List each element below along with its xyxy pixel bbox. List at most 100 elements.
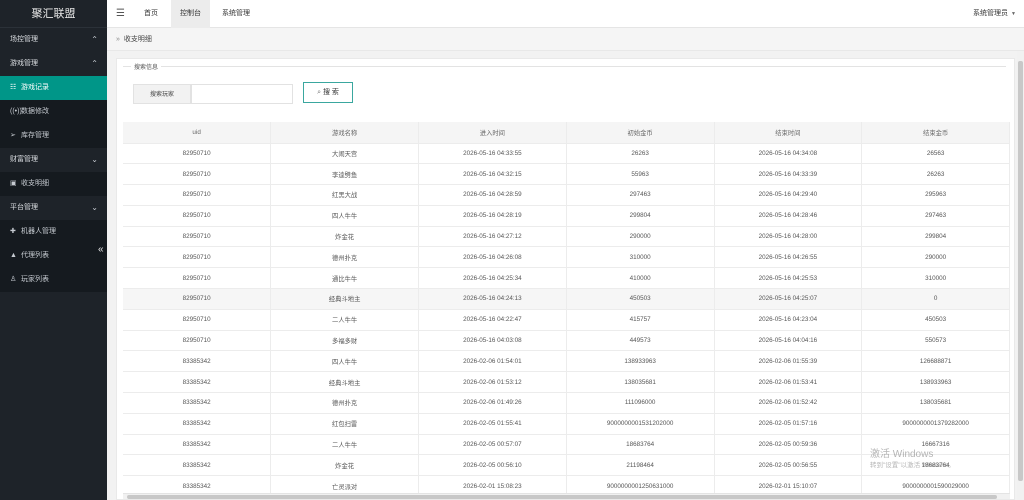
table-cell: 2026-02-06 01:54:01 — [418, 350, 567, 373]
sidebar-group-7[interactable]: 平台管理 ⌄ — [0, 196, 107, 220]
sidebar-item-9[interactable]: ▲ 代理列表 — [0, 244, 107, 268]
horizontal-scrollbar-thumb[interactable] — [127, 495, 997, 499]
table-cell: 李逵劈鱼 — [270, 163, 419, 186]
table-body: 82950710 大闹天宫 2026-05-16 04:33:55 26263 2026… — [123, 143, 1010, 493]
vertical-scrollbar-thumb[interactable] — [1018, 61, 1023, 481]
table-cell: 550573 — [861, 330, 1010, 352]
table-row[interactable]: 82950710 二人牛牛 2026-05-16 04:22:47 415757 202… — [123, 309, 1010, 331]
table-cell: 138035681 — [861, 392, 1010, 414]
table-row[interactable]: 82950710 多福多财 2026-05-16 04:03:08 449573 202… — [123, 330, 1010, 352]
user-search-icon: ♙ — [10, 276, 17, 283]
table-cell: 55963 — [566, 163, 715, 186]
table-cell: 德州扑克 — [270, 392, 419, 414]
caret-down-icon: ▼ — [1011, 11, 1016, 17]
table-cell: 红黑大战 — [270, 184, 419, 206]
table-row[interactable]: 83385342 德州扑克 2026-02-06 01:49:26 111096000… — [123, 392, 1010, 414]
table-cell: 四人牛牛 — [270, 350, 419, 373]
column-header[interactable]: 结束时间 — [714, 122, 863, 144]
table-cell: 2026-02-05 00:56:55 — [714, 454, 863, 477]
table-cell: 299804 — [566, 205, 715, 227]
table-cell: 2026-02-05 00:57:07 — [418, 434, 567, 456]
table-cell: 138933963 — [861, 371, 1010, 394]
table-row[interactable]: 82950710 红黑大战 2026-05-16 04:28:59 297463 202… — [123, 184, 1010, 206]
table-cell: 2026-05-16 04:25:53 — [714, 267, 863, 290]
sidebar-item-label: 代理列表 — [21, 252, 49, 259]
table-cell: 2026-05-16 04:25:34 — [418, 267, 567, 290]
search-icon: ⌕ — [317, 89, 321, 96]
search-player-input[interactable] — [191, 84, 293, 104]
table-cell: 2026-02-05 01:57:16 — [714, 413, 863, 435]
sidebar-group-1[interactable]: 游戏管理 ⌃ — [0, 52, 107, 76]
sidebar-group-5[interactable]: 财富管理 ⌄ — [0, 148, 107, 172]
sidebar-item-4[interactable]: ➢ 库存管理 — [0, 124, 107, 148]
table-row[interactable]: 83385342 红包扫雷 2026-02-05 01:55:41 900000000… — [123, 413, 1010, 435]
table-cell: 2026-02-05 01:55:41 — [418, 413, 567, 435]
table-cell: 2026-05-16 04:28:19 — [418, 205, 567, 227]
sidebar-group-0[interactable]: 场控管理 ⌃ — [0, 28, 107, 52]
table-cell: 2026-02-01 15:10:07 — [714, 475, 863, 493]
table-cell: 111096000 — [566, 392, 715, 414]
table-cell: 138035681 — [566, 371, 715, 394]
sidebar-item-3[interactable]: ((•))数据修改 — [0, 100, 107, 124]
horizontal-scrollbar[interactable] — [123, 493, 1010, 499]
table-cell: 82950710 — [123, 267, 272, 290]
table-cell: 18683764 — [566, 434, 715, 456]
table-row[interactable]: 82950710 四人牛牛 2026-05-16 04:28:19 299804 202… — [123, 205, 1010, 227]
table-cell: 2026-02-06 01:49:26 — [418, 392, 567, 414]
table-cell: 炸金花 — [270, 226, 419, 248]
table-row[interactable]: 82950710 德州扑克 2026-05-16 04:26:08 310000 202… — [123, 246, 1010, 269]
search-button[interactable]: ⌕ 搜 索 — [303, 82, 353, 103]
column-header[interactable]: 游戏名称 — [270, 122, 419, 144]
sidebar-item-8[interactable]: ✚ 机器人管理 — [0, 220, 107, 244]
column-header[interactable]: uid — [123, 122, 272, 144]
table-row[interactable]: 83385342 经典斗地主 2026-02-06 01:53:12 13803568… — [123, 371, 1010, 394]
tab-console[interactable]: 控制台 — [171, 0, 210, 28]
table-cell: 82950710 — [123, 288, 272, 310]
sidebar-nav: 场控管理 ⌃ 游戏管理 ⌃ ☷ 游戏记录 ((•))数据修改 ➢ 库存管理 财富管理 ⌄ ▣ 收支明细平… — [0, 28, 107, 292]
records-table-container[interactable]: uid 游戏名称 进入时间 初始金币 结束时间 结束金币 82950710 大闹天宫 2026… — [123, 122, 1010, 493]
table-cell: 2026-05-16 04:33:55 — [418, 143, 567, 165]
column-header[interactable]: 进入时间 — [418, 122, 567, 144]
table-row[interactable]: 82950710 通比牛牛 2026-05-16 04:25:34 410000 202… — [123, 267, 1010, 290]
table-row[interactable]: 83385342 亡灵派对 2026-02-01 15:08:23 900000000… — [123, 475, 1010, 493]
records-card: 搜索信息 搜索玩家 ⌕ 搜 索 uid 游戏名称 进入时间 初始金币 结束时间 结束金币 8… — [116, 58, 1015, 500]
table-cell: 26563 — [861, 143, 1010, 165]
tab-home[interactable]: 首页 — [135, 0, 167, 28]
table-row[interactable]: 82950710 大闹天宫 2026-05-16 04:33:55 26263 2026… — [123, 143, 1010, 165]
table-cell: 83385342 — [123, 413, 272, 435]
table-row[interactable]: 83385342 四人牛牛 2026-02-06 01:54:01 138933963… — [123, 350, 1010, 373]
menu-toggle-icon[interactable]: ☰ — [116, 0, 125, 28]
user-menu[interactable]: 系统管理员 ▼ — [973, 0, 1016, 28]
sidebar-item-6[interactable]: ▣ 收支明细 — [0, 172, 107, 196]
vertical-scrollbar[interactable] — [1017, 51, 1024, 500]
table-cell: 82950710 — [123, 330, 272, 352]
table-cell: 2026-05-16 04:24:13 — [418, 288, 567, 310]
table-cell: 2026-05-16 04:04:16 — [714, 330, 863, 352]
column-header[interactable]: 初始金币 — [566, 122, 715, 144]
tab-system-settings[interactable]: 系统管理 — [213, 0, 259, 28]
sidebar-item-label: 机器人管理 — [21, 228, 56, 235]
sidebar: 聚汇联盟 场控管理 ⌃ 游戏管理 ⌃ ☷ 游戏记录 ((•))数据修改 ➢ 库存管理 财富管理 ⌄ ▣… — [0, 0, 107, 500]
table-row[interactable]: 82950710 炸金花 2026-05-16 04:27:12 290000 2026… — [123, 226, 1010, 248]
table-row[interactable]: 82950710 经典斗地主 2026-05-16 04:24:13 450503 20… — [123, 288, 1010, 310]
sidebar-item-10[interactable]: ♙ 玩家列表 — [0, 268, 107, 292]
table-cell: 炸金花 — [270, 454, 419, 477]
table-cell: 2026-05-16 04:25:07 — [714, 288, 863, 310]
receipt-icon: ▣ — [10, 180, 17, 187]
search-legend: 搜索信息 — [131, 62, 162, 71]
table-cell: 26263 — [861, 163, 1010, 186]
table-cell: 82950710 — [123, 309, 272, 331]
table-cell: 82950710 — [123, 163, 272, 186]
breadcrumb-current[interactable]: 收支明细 — [124, 36, 152, 43]
column-header[interactable]: 结束金币 — [861, 122, 1010, 144]
watermark-line-1: 激活 Windows — [870, 449, 934, 460]
sidebar-item-2[interactable]: ☷ 游戏记录 — [0, 76, 107, 100]
table-row[interactable]: 82950710 李逵劈鱼 2026-05-16 04:32:15 55963 2026… — [123, 163, 1010, 186]
table-cell: 415757 — [566, 309, 715, 331]
table-cell: 9000000001379282000 — [861, 413, 1010, 435]
collapse-sidebar-icon[interactable]: « — [98, 244, 104, 255]
table-cell: 83385342 — [123, 434, 272, 456]
table-cell: 经典斗地主 — [270, 371, 419, 394]
windows-activation-watermark: 激活 Windows 转到"设置"以激活 Windows。 — [870, 449, 955, 470]
table-cell: 2026-05-16 04:33:39 — [714, 163, 863, 186]
